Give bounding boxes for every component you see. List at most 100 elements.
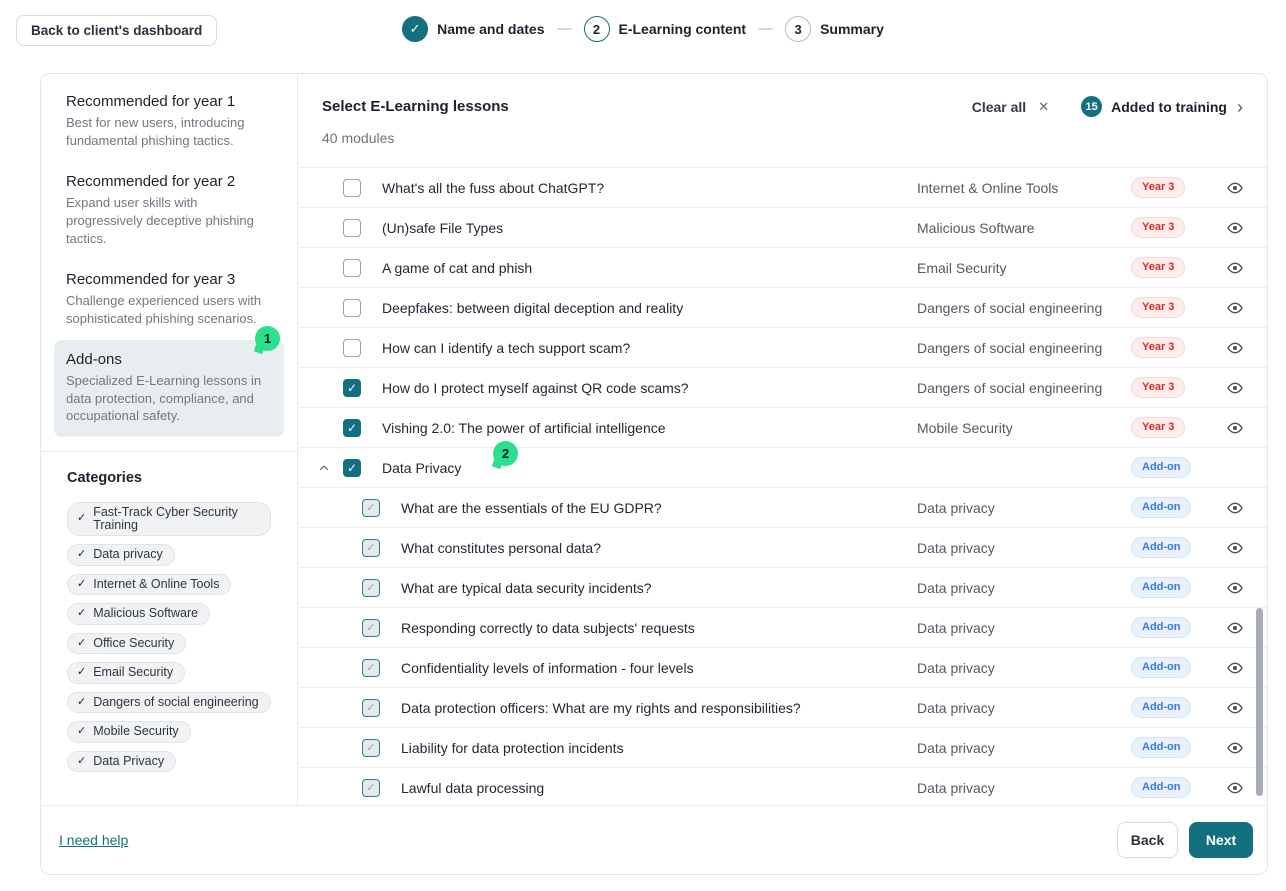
step-elearning-content[interactable]: 2 E-Learning content bbox=[584, 16, 747, 42]
added-to-training-link[interactable]: Added to training bbox=[1111, 99, 1227, 115]
lesson-title: Deepfakes: between digital deception and… bbox=[382, 300, 917, 316]
preview-eye-icon[interactable] bbox=[1213, 540, 1257, 556]
check-icon: ✓ bbox=[77, 638, 86, 649]
next-button[interactable]: Next bbox=[1189, 822, 1253, 858]
lesson-selection-panel: Select E-Learning lessons Clear all ✕ 15… bbox=[298, 74, 1267, 805]
sidebar-item-recommended-year-1[interactable]: Recommended for year 1 Best for new user… bbox=[54, 82, 284, 162]
chip-label: Internet & Online Tools bbox=[93, 578, 219, 591]
category-chip-social-engineering[interactable]: ✓Dangers of social engineering bbox=[67, 692, 271, 714]
table-row[interactable]: Responding correctly to data subjects' r… bbox=[298, 607, 1267, 647]
category-chip-fast-track[interactable]: ✓Fast-Track Cyber Security Training bbox=[67, 502, 271, 536]
clear-all-button[interactable]: Clear all bbox=[972, 99, 1026, 115]
table-row[interactable]: Deepfakes: between digital deception and… bbox=[298, 287, 1267, 327]
step-label: Summary bbox=[820, 21, 884, 37]
lesson-checkbox-checked-disabled[interactable] bbox=[362, 539, 380, 557]
back-button[interactable]: Back bbox=[1117, 822, 1178, 858]
chip-label: Office Security bbox=[93, 637, 174, 650]
preview-eye-icon[interactable] bbox=[1213, 740, 1257, 756]
year-badge: Year 3 bbox=[1131, 417, 1185, 438]
chevron-right-icon[interactable]: › bbox=[1237, 98, 1243, 116]
preview-eye-icon[interactable] bbox=[1213, 420, 1257, 436]
preview-eye-icon[interactable] bbox=[1213, 300, 1257, 316]
step-name-and-dates[interactable]: ✓ Name and dates bbox=[402, 16, 544, 42]
category-chip-internet-online-tools[interactable]: ✓Internet & Online Tools bbox=[67, 574, 231, 596]
check-icon: ✓ bbox=[77, 756, 86, 767]
category-chip-email-security[interactable]: ✓Email Security bbox=[67, 662, 185, 684]
step-divider bbox=[758, 28, 773, 30]
top-bar: Back to client's dashboard ✓ Name and da… bbox=[0, 0, 1286, 60]
lesson-checkbox[interactable] bbox=[343, 219, 361, 237]
vertical-scrollbar[interactable] bbox=[1256, 608, 1263, 796]
year-badge: Year 3 bbox=[1131, 297, 1185, 318]
preview-eye-icon[interactable] bbox=[1213, 660, 1257, 676]
collapse-chevron-up-icon[interactable] bbox=[318, 462, 343, 474]
preview-eye-icon[interactable] bbox=[1213, 500, 1257, 516]
preview-eye-icon[interactable] bbox=[1213, 380, 1257, 396]
lesson-checkbox[interactable] bbox=[343, 339, 361, 357]
table-row[interactable]: What's all the fuss about ChatGPT? Inter… bbox=[298, 167, 1267, 207]
lesson-checkbox-checked-disabled[interactable] bbox=[362, 739, 380, 757]
help-link[interactable]: I need help bbox=[59, 832, 128, 848]
category-chip-office-security[interactable]: ✓ Office Security bbox=[67, 633, 186, 655]
lesson-title: What's all the fuss about ChatGPT? bbox=[382, 180, 917, 196]
wizard-footer: I need help Back Next bbox=[41, 806, 1267, 874]
category-chip-malicious-software[interactable]: ✓Malicious Software bbox=[67, 603, 210, 625]
lesson-checkbox-checked[interactable] bbox=[343, 419, 361, 437]
lesson-checkbox[interactable] bbox=[343, 179, 361, 197]
lesson-title: How can I identify a tech support scam? bbox=[382, 340, 917, 356]
table-row[interactable]: Data protection officers: What are my ri… bbox=[298, 687, 1267, 727]
check-icon: ✓ bbox=[77, 549, 86, 560]
lesson-checkbox-checked-disabled[interactable] bbox=[362, 579, 380, 597]
table-row[interactable]: (Un)safe File Types Malicious Software Y… bbox=[298, 207, 1267, 247]
table-row[interactable]: What are the essentials of the EU GDPR? … bbox=[298, 487, 1267, 527]
table-row[interactable]: A game of cat and phish Email Security Y… bbox=[298, 247, 1267, 287]
table-row[interactable]: Lawful data processing Data privacy Add-… bbox=[298, 767, 1267, 807]
addon-badge: Add-on bbox=[1131, 737, 1191, 758]
table-row[interactable]: How can I identify a tech support scam? … bbox=[298, 327, 1267, 367]
preview-eye-icon[interactable] bbox=[1213, 580, 1257, 596]
lesson-category: Data privacy bbox=[917, 700, 1117, 716]
lesson-checkbox-checked-disabled[interactable] bbox=[362, 619, 380, 637]
table-row[interactable]: What are typical data security incidents… bbox=[298, 567, 1267, 607]
table-row[interactable]: Vishing 2.0: The power of artificial int… bbox=[298, 407, 1267, 447]
step-label: Name and dates bbox=[437, 21, 544, 37]
sidebar-item-add-ons[interactable]: 1 Add-ons Specialized E-Learning lessons… bbox=[54, 340, 284, 438]
lesson-checkbox-checked-disabled[interactable] bbox=[362, 659, 380, 677]
preview-eye-icon[interactable] bbox=[1213, 620, 1257, 636]
lesson-checkbox-checked-disabled[interactable] bbox=[362, 779, 380, 797]
step-summary[interactable]: 3 Summary bbox=[785, 16, 884, 42]
preview-eye-icon[interactable] bbox=[1213, 180, 1257, 196]
table-row-group-data-privacy[interactable]: Data Privacy Add-on bbox=[298, 447, 1267, 487]
table-row[interactable]: Confidentiality levels of information - … bbox=[298, 647, 1267, 687]
check-icon: ✓ bbox=[77, 513, 86, 524]
preview-eye-icon[interactable] bbox=[1213, 220, 1257, 236]
addons-count-badge: 1 bbox=[255, 326, 280, 351]
group-checkbox-checked[interactable] bbox=[343, 459, 361, 477]
check-icon: ✓ bbox=[77, 697, 86, 708]
lesson-category: Data privacy bbox=[917, 580, 1117, 596]
table-row[interactable]: How do I protect myself against QR code … bbox=[298, 367, 1267, 407]
table-row[interactable]: Liability for data protection incidents … bbox=[298, 727, 1267, 767]
group-count-badge: 2 bbox=[493, 441, 518, 466]
sidebar-item-recommended-year-2[interactable]: Recommended for year 2 Expand user skill… bbox=[54, 162, 284, 260]
lesson-checkbox[interactable] bbox=[343, 299, 361, 317]
lesson-title: (Un)safe File Types bbox=[382, 220, 917, 236]
lesson-category: Data privacy bbox=[917, 620, 1117, 636]
preview-eye-icon[interactable] bbox=[1213, 780, 1257, 796]
lesson-checkbox[interactable] bbox=[343, 259, 361, 277]
step-done-check-icon: ✓ bbox=[402, 16, 428, 42]
preview-eye-icon[interactable] bbox=[1213, 340, 1257, 356]
lesson-title: A game of cat and phish bbox=[382, 260, 917, 276]
lesson-checkbox-checked[interactable] bbox=[343, 379, 361, 397]
category-chip-data-privacy-addon[interactable]: ✓Data Privacy bbox=[67, 751, 176, 773]
chip-label: Mobile Security bbox=[93, 725, 178, 738]
sidebar-item-recommended-year-3[interactable]: Recommended for year 3 Challenge experie… bbox=[54, 260, 284, 340]
lesson-checkbox-checked-disabled[interactable] bbox=[362, 699, 380, 717]
lesson-checkbox-checked-disabled[interactable] bbox=[362, 499, 380, 517]
preview-eye-icon[interactable] bbox=[1213, 700, 1257, 716]
table-row[interactable]: What constitutes personal data? Data pri… bbox=[298, 527, 1267, 567]
category-chip-mobile-security[interactable]: ✓Mobile Security bbox=[67, 721, 191, 743]
preview-eye-icon[interactable] bbox=[1213, 260, 1257, 276]
category-chip-data-privacy[interactable]: ✓Data privacy bbox=[67, 544, 175, 566]
clear-all-x-icon[interactable]: ✕ bbox=[1038, 99, 1049, 115]
